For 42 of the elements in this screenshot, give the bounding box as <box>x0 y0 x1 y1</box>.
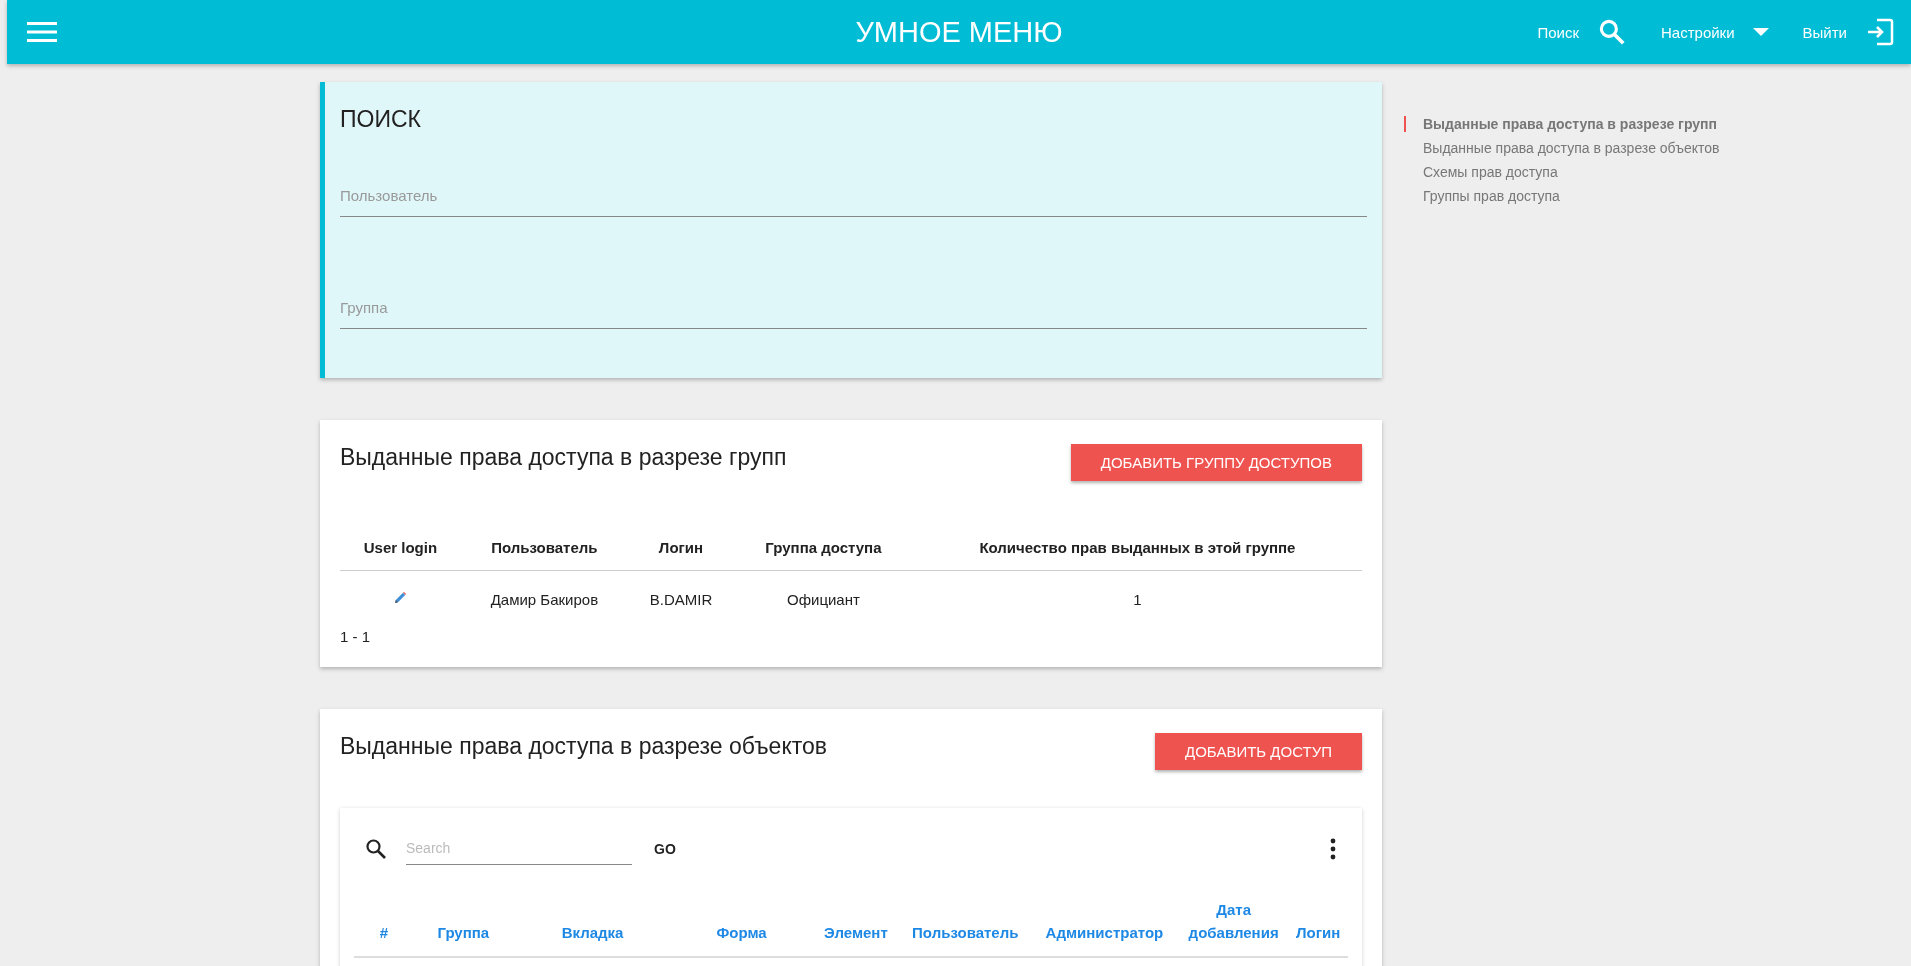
table-cell: Официант <box>734 570 913 620</box>
logout-button[interactable]: Выйти <box>1802 17 1895 47</box>
column-header: User login <box>340 529 461 571</box>
more-icon[interactable] <box>1330 837 1336 860</box>
card-title: Выданные права доступа в разрезе групп <box>340 444 787 471</box>
search-icon <box>364 836 388 861</box>
add-access-button[interactable]: ДОБАВИТЬ ДОСТУП <box>1155 733 1362 770</box>
column-header[interactable]: Форма <box>716 921 767 944</box>
column-header[interactable]: Вкладка <box>561 921 624 944</box>
search-button[interactable]: Поиск <box>1537 17 1627 47</box>
column-header[interactable]: Пользователь <box>912 921 1019 944</box>
app-title: УМНОЕ МЕНЮ <box>855 15 1063 49</box>
menu-icon <box>27 21 57 43</box>
column-header[interactable]: Группа <box>437 921 490 944</box>
column-header[interactable]: Администратор <box>1045 921 1164 944</box>
column-header: Группа доступа <box>734 529 913 571</box>
pagination-text: 1 - 1 <box>340 627 371 647</box>
toc-link[interactable]: Группы прав доступа <box>1404 188 1720 204</box>
column-header[interactable]: Элемент <box>824 921 888 944</box>
column-header: Количество прав выданных в этой группе <box>912 529 1362 571</box>
input-field[interactable]: Группа <box>340 289 1367 329</box>
go-button[interactable]: GO <box>650 836 680 861</box>
table-cell: B.DAMIR <box>627 570 735 620</box>
table-cell: Дамир Бакиров <box>460 570 628 620</box>
input-field[interactable]: Пользователь <box>340 177 1367 217</box>
toc-link[interactable]: Выданные права доступа в разрезе групп <box>1404 116 1720 132</box>
column-header[interactable]: # <box>379 921 388 944</box>
column-header: Логин <box>627 529 735 571</box>
logout-icon <box>1865 17 1895 47</box>
caret-icon <box>1752 27 1769 37</box>
add-group-button[interactable]: ДОБАВИТЬ ГРУППУ ДОСТУПОВ <box>1070 444 1362 481</box>
search-icon <box>1597 17 1627 47</box>
card-title: Выданные права доступа в разрезе объектов <box>340 733 828 760</box>
column-header[interactable]: Логин <box>1296 921 1341 944</box>
table-cell: 1 <box>912 570 1362 620</box>
column-header[interactable]: Дата добавления <box>1182 899 1285 944</box>
toc-link[interactable]: Выданные права доступа в разрезе объектов <box>1404 140 1720 156</box>
settings-button[interactable]: Настройки <box>1661 23 1769 41</box>
toc-link[interactable]: Схемы прав доступа <box>1404 164 1720 180</box>
column-header: Пользователь <box>460 529 628 571</box>
pencil-icon[interactable] <box>393 591 408 605</box>
card-title: ПОИСК <box>340 106 422 133</box>
